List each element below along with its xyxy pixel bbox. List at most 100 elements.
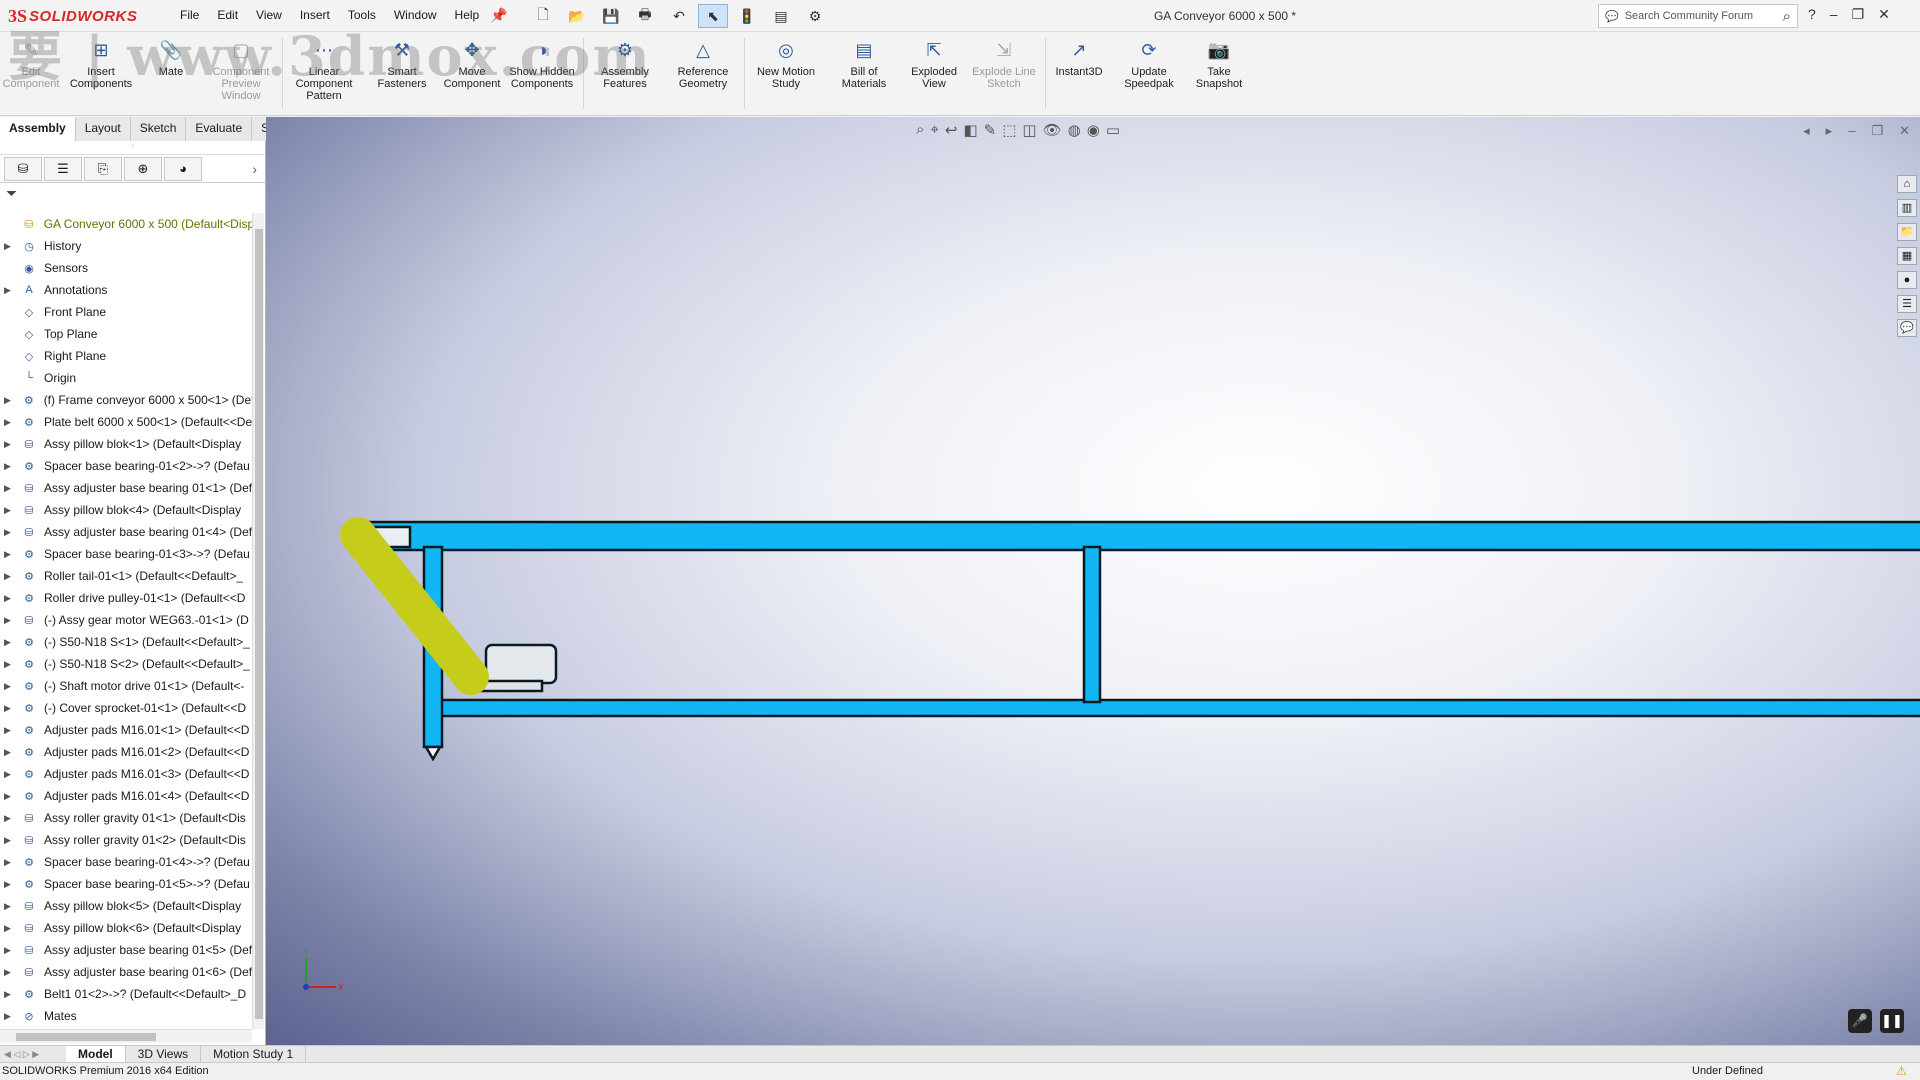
panel-splitter[interactable]: ◦	[0, 141, 265, 155]
scroll-thumb[interactable]	[255, 229, 263, 1019]
tree-node[interactable]: ▶ ⛁ Assy adjuster base bearing 01<6> (Def	[0, 961, 252, 983]
exploded-view-button[interactable]: ⇱ Exploded View	[903, 32, 965, 115]
instant3d-button[interactable]: ↗ Instant3D	[1048, 32, 1110, 115]
expand-arrow-icon[interactable]: ▶	[4, 241, 14, 252]
tree-node[interactable]: ▶ ⚙ Spacer base bearing-01<4>->? (Defau	[0, 851, 252, 873]
tree-node[interactable]: └ Origin	[0, 367, 252, 389]
tree-node[interactable]: ▶ ⛁ Assy pillow blok<6> (Default<Display	[0, 917, 252, 939]
motion-study-button[interactable]: ◎ New Motion Study	[747, 32, 825, 115]
tree-horizontal-scrollbar[interactable]	[0, 1029, 252, 1043]
tab-assembly[interactable]: Assembly	[0, 117, 76, 141]
insert-components-button[interactable]: ⊞ Insert Components	[62, 32, 140, 115]
linear-pattern-button[interactable]: ⋯ Linear Component Pattern	[285, 32, 363, 115]
expand-arrow-icon[interactable]: ▶	[4, 285, 14, 296]
feature-manager-tab-icon[interactable]: ⛁	[4, 156, 42, 181]
solidworks-logo[interactable]: 3S SOLIDWORKS	[8, 4, 156, 28]
expand-arrow-icon[interactable]: ▶	[4, 505, 14, 516]
tree-node[interactable]: ▶ ⚙ Spacer base bearing-01<3>->? (Defau	[0, 543, 252, 565]
tree-node[interactable]: ▶ ⚙ (f) Frame conveyor 6000 x 500<1> (Def	[0, 389, 252, 411]
menu-help[interactable]: Help	[455, 8, 480, 22]
move-component-button[interactable]: ✥ Move Component	[441, 32, 503, 115]
expand-arrow-icon[interactable]: ▶	[4, 747, 14, 758]
open-document-icon[interactable]: 📂	[562, 4, 592, 28]
speedpak-button[interactable]: ⟳ Update Speedpak	[1110, 32, 1188, 115]
expand-arrow-icon[interactable]: ▶	[4, 703, 14, 714]
microphone-icon[interactable]: 🎤	[1848, 1009, 1872, 1033]
tree-node[interactable]: ◇ Front Plane	[0, 301, 252, 323]
tab-scroll-arrows[interactable]: ◀ ◁ ▷ ▶	[0, 1046, 66, 1062]
tree-node[interactable]: ◉ Sensors	[0, 257, 252, 279]
tree-node[interactable]: ▶ ⛁ Assy pillow blok<5> (Default<Display	[0, 895, 252, 917]
tree-node[interactable]: ▶ ⛁ Assy pillow blok<4> (Default<Display	[0, 499, 252, 521]
conveyor-model[interactable]	[266, 117, 1920, 1045]
expand-arrow-icon[interactable]: ▶	[4, 901, 14, 912]
preview-window-button[interactable]: ▢ Component Preview Window	[202, 32, 280, 115]
expand-arrow-icon[interactable]: ▶	[4, 395, 14, 406]
expand-arrow-icon[interactable]: ▶	[4, 989, 14, 1000]
menu-window[interactable]: Window	[394, 8, 437, 22]
bottom-tab-model[interactable]: Model	[66, 1046, 126, 1062]
tree-node[interactable]: ▶ ⚙ Roller tail-01<1> (Default<<Default>_	[0, 565, 252, 587]
search-input[interactable]: Search Community Forum	[1625, 10, 1753, 22]
restore-icon[interactable]: ❐	[1852, 6, 1865, 23]
expand-arrow-icon[interactable]: ▶	[4, 593, 14, 604]
save-icon[interactable]: 💾	[596, 4, 626, 28]
tree-node[interactable]: ▶ ⛁ (-) Assy gear motor WEG63.-01<1> (D	[0, 609, 252, 631]
tree-node[interactable]: ▶ ⚙ Plate belt 6000 x 500<1> (Default<<De	[0, 411, 252, 433]
tree-node[interactable]: ▶ ⛁ Assy roller gravity 01<2> (Default<Dis	[0, 829, 252, 851]
tree-node[interactable]: ▶ ⚙ Adjuster pads M16.01<3> (Default<<D	[0, 763, 252, 785]
expand-arrow-icon[interactable]: ▶	[4, 549, 14, 560]
search-icon[interactable]: ⌕	[1783, 8, 1791, 25]
menu-file[interactable]: File	[180, 8, 199, 22]
select-icon[interactable]: ⬉	[698, 4, 728, 28]
expand-arrow-icon[interactable]: ▶	[4, 857, 14, 868]
expand-arrow-icon[interactable]: ▶	[4, 967, 14, 978]
expand-arrow-icon[interactable]: ▶	[4, 835, 14, 846]
pause-icon[interactable]: ❚❚	[1880, 1009, 1904, 1033]
expand-arrow-icon[interactable]: ▶	[4, 483, 14, 494]
expand-arrow-icon[interactable]: ▶	[4, 439, 14, 450]
tree-node[interactable]: ◇ Top Plane	[0, 323, 252, 345]
tree-node[interactable]: ▶ A Annotations	[0, 279, 252, 301]
tree-node[interactable]: ▶ ⚙ Adjuster pads M16.01<2> (Default<<D	[0, 741, 252, 763]
print-icon[interactable]: 🖶	[630, 4, 660, 28]
file-properties-icon[interactable]: ▤	[766, 4, 796, 28]
tree-node[interactable]: ▶ ⚙ Roller drive pulley-01<1> (Default<<D	[0, 587, 252, 609]
expand-arrow-icon[interactable]: ▶	[4, 791, 14, 802]
scroll-thumb[interactable]	[16, 1033, 156, 1041]
expand-arrow-icon[interactable]: ▶	[4, 923, 14, 934]
assembly-features-button[interactable]: ⚙ Assembly Features	[586, 32, 664, 115]
tree-node[interactable]: ▶ ⚙ Spacer base bearing-01<5>->? (Defau	[0, 873, 252, 895]
tab-sketch[interactable]: Sketch	[130, 117, 187, 141]
expand-arrow-icon[interactable]: ▶	[4, 659, 14, 670]
tree-node[interactable]: ▶ ⚙ Spacer base bearing-01<2>->? (Defau	[0, 455, 252, 477]
tree-node[interactable]: ▶ ⚙ (-) Cover sprocket-01<1> (Default<<D	[0, 697, 252, 719]
tree-node[interactable]: ◇ Right Plane	[0, 345, 252, 367]
menu-view[interactable]: View	[256, 8, 282, 22]
expand-arrow-icon[interactable]: ▶	[4, 1011, 14, 1022]
mate-button[interactable]: 📎 Mate	[140, 32, 202, 115]
tree-node[interactable]: ▶ ⚙ (-) Shaft motor drive 01<1> (Default<-	[0, 675, 252, 697]
options-gear-icon[interactable]: ⚙	[800, 4, 830, 28]
tree-node[interactable]: ▶ ⚙ Adjuster pads M16.01<4> (Default<<D	[0, 785, 252, 807]
tree-node[interactable]: ▶ ⛁ Assy adjuster base bearing 01<5> (Def	[0, 939, 252, 961]
expand-arrow-icon[interactable]: ▶	[4, 637, 14, 648]
minimize-icon[interactable]: –	[1830, 6, 1838, 23]
tree-node[interactable]: ▶ ⚙ (-) S50-N18 S<2> (Default<<Default>_	[0, 653, 252, 675]
bottom-tab-3d-views[interactable]: 3D Views	[126, 1046, 202, 1062]
tree-node[interactable]: ▶ ⛁ Assy pillow blok<1> (Default<Display	[0, 433, 252, 455]
expand-arrow-icon[interactable]: ▶	[4, 879, 14, 890]
expand-arrow-icon[interactable]: ▶	[4, 681, 14, 692]
expand-arrow-icon[interactable]: ▶	[4, 527, 14, 538]
display-manager-tab-icon[interactable]: ◕	[164, 156, 202, 181]
expand-arrow-icon[interactable]: ▶	[4, 769, 14, 780]
tree-node[interactable]: ▶ ⛁ Assy roller gravity 01<1> (Default<Dis	[0, 807, 252, 829]
help-icon[interactable]: ?	[1808, 6, 1816, 23]
configuration-manager-tab-icon[interactable]: ⎘	[84, 156, 122, 181]
expand-arrow-icon[interactable]: ▶	[4, 725, 14, 736]
explode-line-button[interactable]: ⇲ Explode Line Sketch	[965, 32, 1043, 115]
new-document-icon[interactable]: 🗋	[528, 4, 558, 28]
bom-button[interactable]: ▤ Bill of Materials	[825, 32, 903, 115]
rebuild-status-icon[interactable]: ⚠	[1896, 1064, 1907, 1078]
search-community-forum[interactable]: 💬 Search Community Forum ⌕	[1598, 4, 1798, 28]
